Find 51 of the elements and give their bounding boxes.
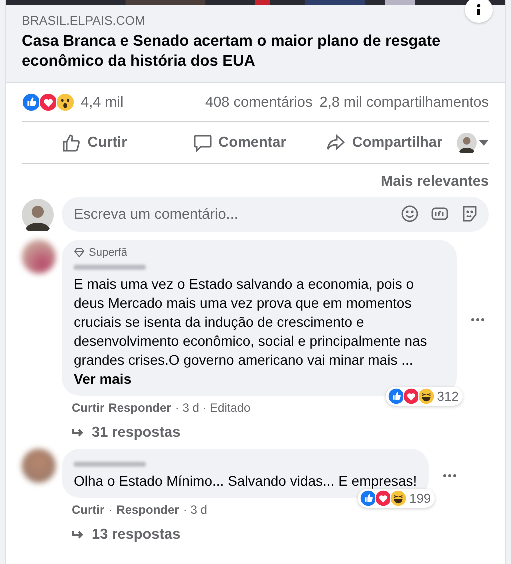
reaction-count[interactable]: 4,4 mil bbox=[81, 94, 206, 110]
comment-action-link[interactable]: Responder bbox=[108, 401, 172, 415]
like-reaction-icon bbox=[388, 388, 406, 405]
gif-icon[interactable] bbox=[431, 205, 449, 223]
haha-reaction-icon bbox=[390, 490, 408, 507]
redacted-name bbox=[74, 265, 146, 270]
like-reaction-icon bbox=[360, 490, 378, 507]
comment-action-link[interactable]: Curtir bbox=[72, 503, 105, 517]
comment-button[interactable]: Comentar bbox=[167, 126, 312, 158]
comment-text: E mais uma vez o Estado salvando a economia, pois o deus Mercado mais uma vez prova que em momentos cruciais se isenta da indução de crescimento e desenvolvimento econômico, social e principalmente nas grandes crises.O governo americano vai minar mais ... bbox=[74, 275, 428, 370]
love-reaction-icon bbox=[39, 93, 58, 112]
commenter-avatar[interactable] bbox=[22, 449, 56, 483]
fan-label: Superfã bbox=[89, 247, 128, 259]
commenter-avatar[interactable] bbox=[22, 240, 56, 274]
love-reaction-icon bbox=[403, 388, 420, 405]
sort-menu[interactable]: Mais relevantes bbox=[380, 174, 489, 190]
comment-meta: · bbox=[108, 503, 113, 517]
sticker-icon[interactable] bbox=[461, 205, 479, 223]
comment-action-link[interactable]: Responder bbox=[116, 503, 180, 517]
like-reaction-icon bbox=[22, 93, 41, 112]
comment-meta: · 3 d bbox=[183, 503, 208, 517]
share-count[interactable]: 2,8 mil compartilhamentos bbox=[320, 94, 489, 110]
reply-arrow-icon bbox=[72, 530, 84, 540]
emoji-icon[interactable] bbox=[401, 205, 419, 223]
profile-avatar[interactable] bbox=[22, 198, 54, 230]
replies-link[interactable]: 31 respostas bbox=[62, 415, 489, 441]
profile-avatar[interactable] bbox=[457, 132, 477, 152]
reply-arrow-icon bbox=[72, 428, 84, 438]
replies-link[interactable]: 13 respostas bbox=[62, 517, 489, 543]
see-more-link[interactable]: Ver mais bbox=[74, 370, 445, 389]
comment-field[interactable]: Escreva um comentário... bbox=[62, 197, 489, 232]
comment-text: Olha o Estado Mínimo... Salvando vidas... E empresas! bbox=[74, 472, 418, 491]
wow-reaction-icon bbox=[56, 93, 75, 112]
share-button[interactable]: Compartilhar bbox=[312, 126, 457, 158]
info-icon[interactable] bbox=[465, 0, 493, 23]
share-arrow-icon bbox=[326, 132, 346, 152]
comment-count[interactable]: 408 comentários bbox=[206, 94, 313, 110]
reaction-summary[interactable]: 312 bbox=[386, 387, 463, 406]
haha-reaction-icon bbox=[418, 388, 436, 405]
link-domain: BRASIL.ELPAIS.COM bbox=[22, 14, 146, 28]
love-reaction-icon bbox=[375, 490, 392, 507]
like-button[interactable]: Curtir bbox=[22, 126, 167, 158]
speech-bubble-icon bbox=[192, 132, 213, 152]
comment-meta: · 3 d · Editado bbox=[175, 401, 251, 415]
caret-icon[interactable] bbox=[479, 140, 489, 146]
diamond-icon bbox=[74, 248, 85, 258]
reaction-summary[interactable]: 199 bbox=[358, 489, 436, 508]
link-title[interactable]: Casa Branca e Senado acertam o maior plano de resgate econômico da história dos EUA bbox=[22, 32, 489, 72]
redacted-name bbox=[74, 462, 146, 467]
thumbs-up-icon bbox=[62, 132, 82, 152]
comment-action-link[interactable]: Curtir bbox=[72, 401, 105, 415]
